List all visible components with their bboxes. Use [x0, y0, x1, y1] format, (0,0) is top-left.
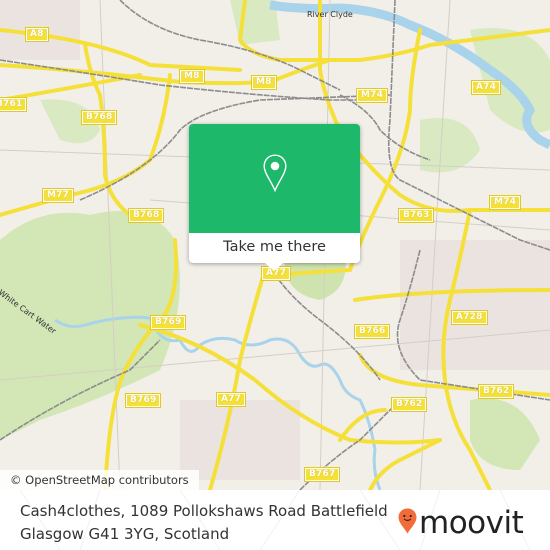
moovit-logo[interactable]: moovit — [398, 503, 524, 543]
road-shield-a728: A728 — [451, 310, 488, 325]
road-shield-m77: M77 — [41, 188, 75, 203]
road-shield-b769: B769 — [124, 393, 162, 408]
road-shield-b768: B768 — [127, 208, 165, 223]
road-shield-a74: A74 — [470, 80, 502, 95]
park-area — [420, 118, 480, 173]
road-shield-b761: B761 — [0, 97, 28, 112]
park-area — [470, 398, 540, 470]
take-me-there-button[interactable]: Take me there — [189, 233, 360, 263]
road-shield-b762: B762 — [390, 397, 428, 412]
road-shield-a77: A77 — [215, 392, 247, 407]
road-shield-m8: M8 — [179, 69, 205, 84]
river-clyde-label: River Clyde — [307, 10, 353, 19]
popup-pointer — [265, 263, 283, 271]
popup-header[interactable] — [189, 124, 360, 233]
road-shield-b762: B762 — [477, 384, 515, 399]
road-shield-m74: M74 — [355, 88, 389, 103]
road-shield-m74: M74 — [488, 195, 522, 210]
road-shield-b763: B763 — [397, 208, 435, 223]
road-shield-a8: A8 — [25, 27, 49, 42]
moovit-pin-icon — [398, 508, 417, 538]
map-attribution[interactable]: © OpenStreetMap contributors — [0, 470, 199, 490]
location-popup[interactable]: Take me there — [189, 124, 360, 271]
urban-area — [180, 400, 300, 480]
location-address: Cash4clothes, 1089 Pollokshaws Road Batt… — [20, 500, 400, 546]
road-shield-b769: B769 — [149, 315, 187, 330]
road-shield-b767: B767 — [303, 467, 341, 482]
road-shield-m8: M8 — [251, 75, 277, 90]
urban-area — [400, 240, 550, 370]
road-shield-b768: B768 — [80, 110, 118, 125]
map-view[interactable]: River Clyde White Cart Water A8 M8 M8 B7… — [0, 0, 550, 490]
address-line-2: Glasgow G41 3YG, Scotland — [20, 525, 230, 543]
road-shield-b766: B766 — [353, 324, 391, 339]
address-line-1: Cash4clothes, 1089 Pollokshaws Road Batt… — [20, 502, 388, 520]
moovit-wordmark: moovit — [419, 505, 524, 541]
